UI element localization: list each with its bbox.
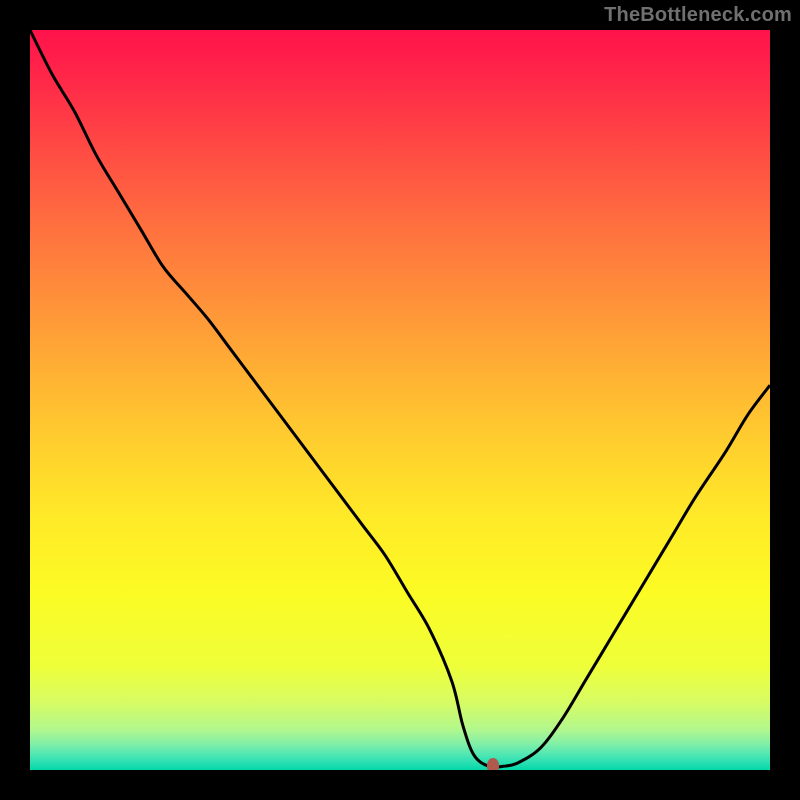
curve-path [30,30,770,767]
bottleneck-curve [30,30,770,770]
plot-area [30,30,770,770]
chart-root: TheBottleneck.com [0,0,800,800]
current-config-marker [487,758,499,770]
watermark-text: TheBottleneck.com [604,4,792,27]
